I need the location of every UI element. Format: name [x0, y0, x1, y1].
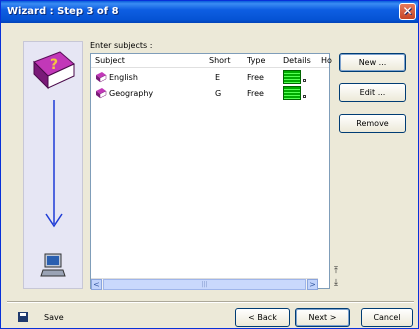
wizard-sidebar: ? [23, 41, 83, 289]
question-book-icon: ? [33, 51, 75, 90]
table-row[interactable]: English E Free [91, 69, 329, 85]
horizontal-scrollbar[interactable]: < ||| > [91, 278, 318, 290]
back-button[interactable]: < Back [235, 308, 290, 327]
next-button[interactable]: Next > [295, 308, 350, 327]
footer-divider [7, 301, 414, 303]
new-button[interactable]: New ... [339, 53, 406, 72]
remove-button[interactable]: Remove [339, 114, 406, 133]
subjects-list[interactable]: Subject Short Type Details Ho English E … [90, 53, 332, 290]
column-details[interactable]: Details [283, 56, 311, 65]
cancel-button[interactable]: Cancel [361, 308, 413, 327]
subject-name: Geography [109, 89, 154, 98]
details-marker [303, 95, 306, 98]
subject-name: English [109, 73, 138, 82]
book-icon [96, 88, 107, 99]
subject-short: E [215, 73, 221, 82]
subject-type: Free [247, 73, 264, 82]
window-title: Wizard : Step 3 of 8 [7, 6, 119, 17]
subject-short: G [215, 89, 222, 98]
scroll-right-button[interactable]: > [307, 279, 318, 290]
column-ho[interactable]: Ho [321, 56, 332, 65]
save-button[interactable]: Save [15, 308, 81, 327]
computer-icon [40, 253, 66, 277]
title-bar: Wizard : Step 3 of 8 ✕ [1, 1, 418, 23]
details-marker [303, 79, 306, 82]
column-subject[interactable]: Subject [95, 56, 125, 65]
close-button[interactable]: ✕ [399, 3, 416, 20]
list-header: Subject Short Type Details Ho [91, 54, 332, 68]
move-top-button[interactable]: ⤒ [331, 266, 341, 277]
svg-text:?: ? [50, 57, 58, 73]
down-arrow-icon [45, 100, 63, 228]
scroll-left-button[interactable]: < [91, 279, 102, 290]
save-label: Save [44, 313, 64, 322]
table-row[interactable]: Geography G Free [91, 85, 329, 101]
details-bar [283, 86, 301, 100]
column-type[interactable]: Type [247, 56, 265, 65]
edit-button[interactable]: Edit ... [339, 83, 406, 102]
book-icon [96, 72, 107, 83]
enter-subjects-label: Enter subjects : [90, 41, 153, 50]
move-bottom-button[interactable]: ⤓ [331, 278, 341, 289]
details-bar [283, 70, 301, 84]
subject-type: Free [247, 89, 264, 98]
column-short[interactable]: Short [209, 56, 230, 65]
scroll-thumb[interactable]: ||| [103, 279, 306, 290]
wizard-window: Wizard : Step 3 of 8 ✕ ? Enter subjects … [0, 0, 419, 329]
